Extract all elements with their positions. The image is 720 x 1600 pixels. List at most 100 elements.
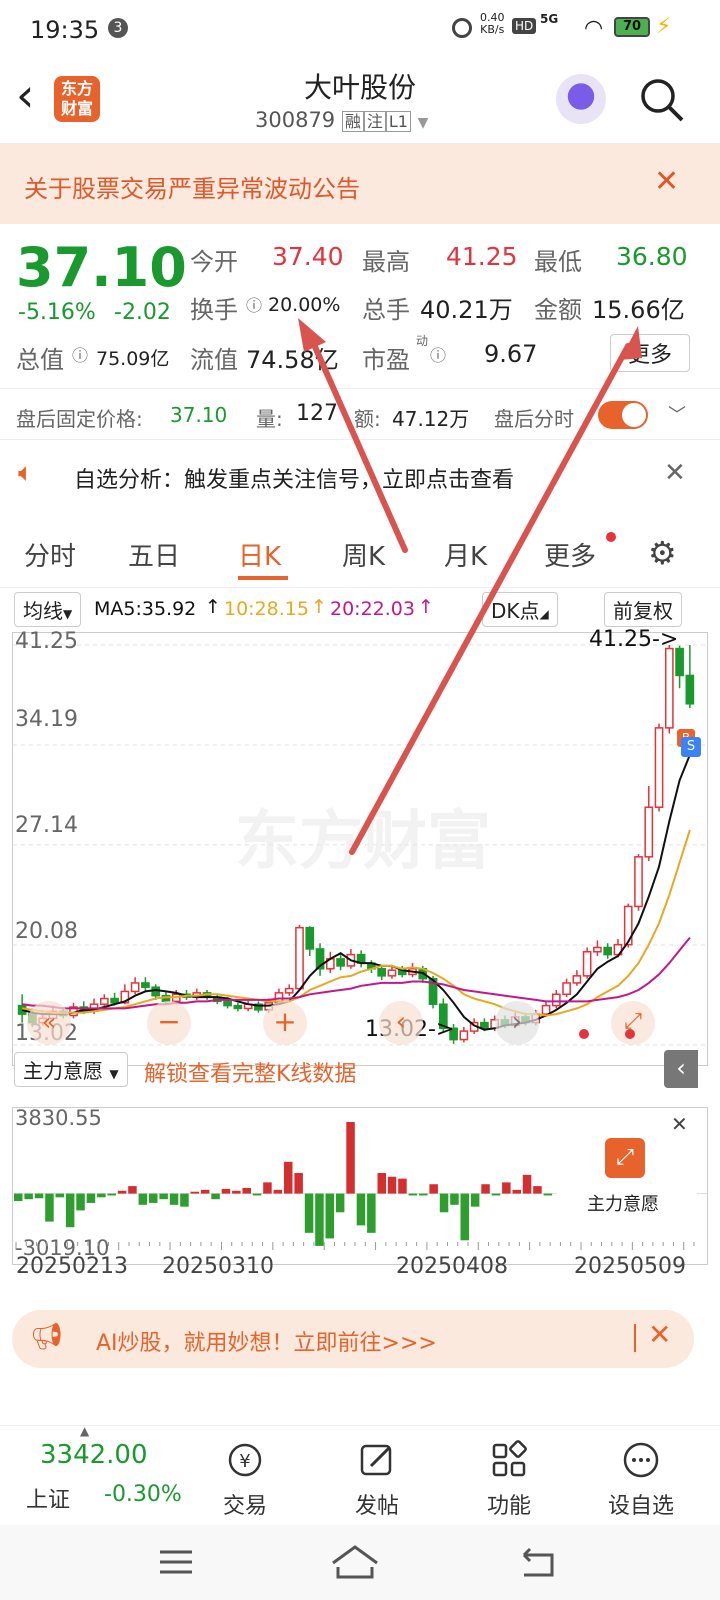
candle (582, 951, 592, 977)
tab-underline (238, 576, 288, 580)
announcement-banner[interactable]: 关于股票交易严重异常波动公告 ✕ (0, 144, 720, 224)
main-force-bar (481, 1184, 490, 1194)
index-ticker[interactable]: ▲ 3342.00 上证 -0.30% (20, 1424, 190, 1520)
candle (233, 1004, 243, 1010)
info-icon[interactable]: ⓘ (72, 342, 88, 366)
nav-add-watchlist-label: 设自选 (607, 1494, 674, 1519)
max-price-label: 41.25-> (589, 627, 679, 652)
kline-chart[interactable]: 东方财富 41.25 34.19 27.14 20.08 13.02 41.25… (12, 627, 708, 1066)
main-force-bar (45, 1193, 54, 1222)
stock-header: ‹ 东方 财富 大叶股份 300879 融注 L1 ▼ (0, 58, 720, 144)
collapse-icon[interactable]: ‹ (664, 1050, 698, 1088)
main-force-bar (470, 1193, 480, 1207)
svg-text:¥: ¥ (239, 1451, 250, 1472)
info-icon[interactable]: ⓘ (246, 292, 262, 316)
unlock-promo-link[interactable]: 解锁查看完整K线数据 (144, 1056, 356, 1088)
menu-icon[interactable] (158, 1547, 194, 1577)
after-hours-toggle[interactable] (598, 401, 648, 429)
main-force-badge[interactable]: ✕ ⤢ 主力意愿 (557, 1112, 697, 1246)
nav-add-watchlist[interactable]: 设自选 (596, 1440, 686, 1520)
tab-more[interactable]: 更多 (544, 536, 596, 573)
close-icon[interactable]: ✕ (648, 1318, 671, 1351)
chart-period-tabs: 分时 五日 日K 周K 月K 更多 ⚙ (0, 518, 720, 588)
candle (130, 982, 140, 993)
y-tick-2: 34.19 (15, 707, 78, 732)
candle (336, 958, 345, 967)
net-speed: 0.40 KB/s (480, 12, 505, 36)
chevron-down-icon[interactable]: ﹀ (668, 401, 686, 427)
main-force-bar (55, 1193, 64, 1198)
scroll-left-fast-button[interactable]: « (27, 1001, 71, 1045)
nav-functions-label: 功能 (486, 1494, 531, 1519)
tab-weekly-k[interactable]: 周K (342, 536, 385, 573)
tab-monthly-k[interactable]: 月K (444, 536, 487, 573)
status-time: 19:35 (30, 16, 100, 44)
home-icon[interactable] (330, 1543, 380, 1581)
main-force-badge-label: 主力意愿 (587, 1194, 659, 1215)
fullscreen-icon[interactable]: ⤢ (611, 1001, 655, 1045)
trade-icon: ¥ (228, 1443, 262, 1477)
main-force-bar (252, 1193, 262, 1196)
more-quote-button[interactable]: 更多 (610, 334, 690, 372)
ma-selector[interactable]: 均线▼ (14, 592, 82, 627)
main-force-bar (387, 1176, 397, 1194)
kline-svg: 东方财富 (13, 644, 707, 1046)
high-value: 41.25 (446, 242, 518, 271)
ma10-value: 10:28.15 (224, 598, 309, 620)
dk-point-button[interactable]: DK点◢ (482, 592, 558, 627)
quote-panel: 37.10 -5.16% -2.02 今开 37.40 最高 41.25 最低 … (0, 226, 720, 386)
system-nav-bar (0, 1525, 720, 1600)
candle (551, 993, 561, 1007)
close-icon[interactable]: ✕ (654, 164, 679, 199)
candle (480, 1021, 489, 1030)
main-force-bar (65, 1193, 75, 1228)
date-axis: 20250213 20250310 20250408 20250509 (12, 1242, 708, 1286)
close-icon[interactable]: ✕ (671, 1112, 688, 1136)
indicator-max: 3830.55 (15, 1106, 102, 1130)
ma5-arrow: ↑ (205, 596, 221, 618)
main-force-bar (86, 1193, 96, 1203)
tab-intraday[interactable]: 分时 (24, 536, 76, 573)
ai-promo-banner[interactable]: 📢︎ AI炒股，就用妙想！立即前往>>> ✕ (12, 1310, 694, 1368)
analysis-alert[interactable]: 🔈︎ 自选分析：触发重点关注信号，立即点击查看 ✕ (0, 446, 720, 506)
scroll-left-button[interactable]: ‹ (379, 1001, 423, 1045)
zoom-out-button[interactable]: − (147, 1001, 191, 1045)
stock-code-row[interactable]: 300879 融注 L1 ▼ (255, 108, 428, 132)
amount-value: 15.66亿 (592, 296, 685, 324)
gear-icon[interactable]: ⚙ (648, 534, 677, 572)
scroll-right-button[interactable]: › (495, 1001, 539, 1045)
main-force-bar (76, 1193, 85, 1211)
candle (295, 926, 304, 990)
ma-legend-row: 均线▼ MA5:35.92 ↑ 10:28.15 ↑ 20:22.03 ↑ DK… (0, 588, 720, 630)
main-force-bar (169, 1193, 179, 1205)
indicator-selector[interactable]: 主力意愿 ▼ (14, 1052, 128, 1087)
zoom-in-button[interactable]: + (263, 1001, 307, 1045)
main-force-bar (232, 1190, 241, 1194)
nav-trade[interactable]: ¥ 交易 (200, 1440, 290, 1520)
tab-daily-k[interactable]: 日K (238, 536, 281, 573)
edit-icon (360, 1444, 392, 1476)
tab-five-day[interactable]: 五日 (128, 536, 180, 573)
after-hours-price-label: 盘后固定价格: (16, 407, 143, 431)
back-nav-icon[interactable] (518, 1545, 558, 1579)
candle (387, 969, 397, 977)
nav-functions[interactable]: 功能 (464, 1440, 554, 1520)
adjust-button[interactable]: 前复权 (604, 592, 682, 627)
alarm-icon (452, 18, 472, 38)
sell-marker-icon[interactable]: S (681, 737, 701, 757)
ai-robot-icon[interactable] (556, 74, 606, 124)
candle (377, 968, 387, 977)
alert-text: 自选分析：触发重点关注信号，立即点击查看 (74, 468, 515, 493)
search-icon[interactable] (638, 76, 686, 124)
y-tick-4: 20.08 (15, 919, 78, 944)
date-label-1: 20250213 (16, 1254, 128, 1279)
stock-name: 大叶股份 (303, 71, 416, 104)
main-force-bar (356, 1193, 366, 1226)
nav-post[interactable]: 发帖 (332, 1440, 422, 1520)
main-force-bar (335, 1193, 345, 1213)
main-force-bar (14, 1193, 23, 1202)
info-icon[interactable]: ⓘ (430, 342, 446, 366)
dk-point-label: DK点 (491, 599, 540, 623)
close-icon[interactable]: ✕ (664, 458, 686, 488)
main-force-bar (24, 1193, 33, 1200)
